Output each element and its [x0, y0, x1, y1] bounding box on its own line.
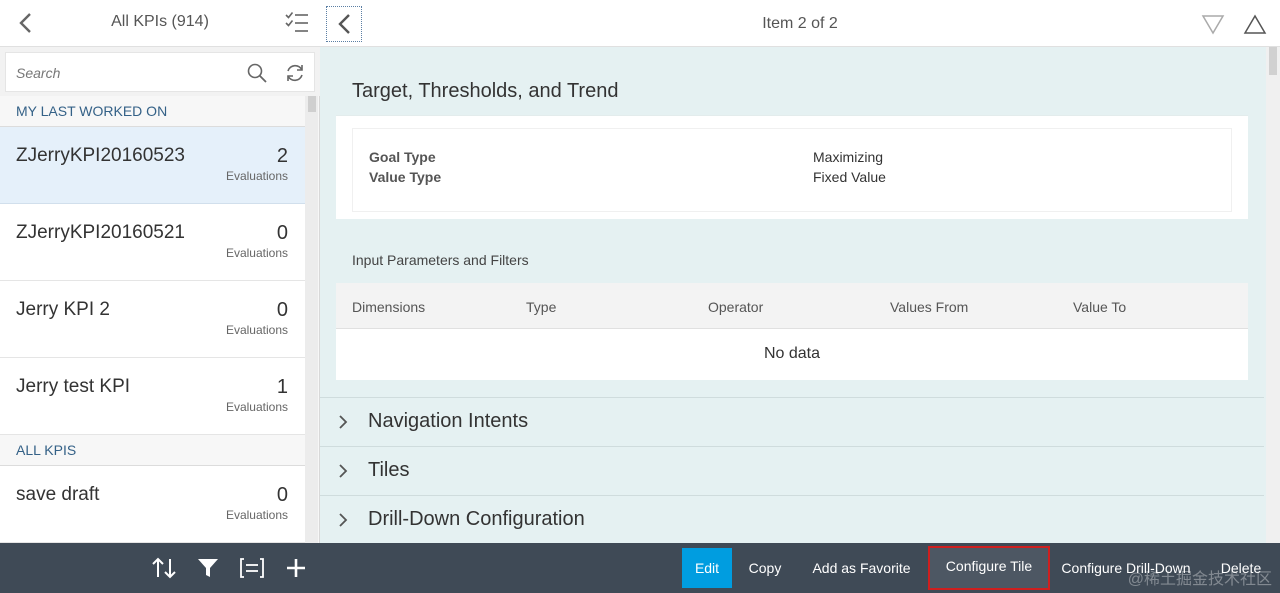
target-panel: Goal Type Maximizing Value Type Fixed Va… [336, 115, 1248, 219]
section-title: Target, Thresholds, and Trend [352, 80, 619, 102]
filter-icon[interactable] [195, 556, 221, 580]
master-footer [0, 543, 320, 593]
detail-title: Item 2 of 2 [762, 15, 838, 32]
chevron-left-icon [19, 13, 31, 33]
column-header: Values From [890, 299, 969, 315]
chevron-right-icon [339, 464, 348, 478]
item-name: Jerry test KPI [16, 376, 131, 397]
item-name: ZJerryKPI20160523 [16, 145, 185, 166]
column-header: Operator [708, 299, 764, 315]
table-header: Dimensions Type Operator Values From Val… [336, 283, 1248, 329]
next-item-button[interactable] [1200, 12, 1226, 36]
detail-footer-toolbar: Edit Copy Add as Favorite Configure Tile… [320, 543, 1280, 593]
group-icon[interactable] [239, 556, 265, 580]
item-count: 2 [276, 145, 288, 167]
item-unit: Evaluations [225, 169, 288, 183]
configure-tile-button[interactable]: Configure Tile [928, 546, 1050, 590]
multi-select-button[interactable] [284, 10, 310, 36]
item-name: save draft [16, 484, 100, 505]
item-name: ZJerryKPI20160521 [16, 222, 185, 243]
column-header: Value To [1073, 299, 1127, 315]
item-count: 1 [276, 376, 288, 398]
goal-type-label: Goal Type [369, 149, 436, 165]
chevron-right-icon [339, 415, 348, 429]
accordion-label: Navigation Intents [368, 410, 529, 432]
list-item[interactable]: Jerry test KPI 1 Evaluations [0, 358, 305, 435]
detail-scrollbar[interactable] [1266, 47, 1280, 543]
value-type-value: Fixed Value [813, 169, 886, 185]
item-count: 0 [276, 222, 288, 244]
list-scrollbar[interactable] [305, 96, 318, 543]
master-header: All KPIs (914) [0, 0, 320, 47]
item-unit: Evaluations [225, 400, 288, 414]
list-item[interactable]: save draft 0 Evaluations [0, 466, 305, 543]
detail-pane: Item 2 of 2 Target, Thresholds, and Tren… [320, 0, 1280, 593]
item-count: 0 [276, 484, 288, 506]
group-header-last-worked: MY LAST WORKED ON [0, 96, 305, 127]
triangle-down-icon [1201, 15, 1225, 35]
value-type-label: Value Type [369, 169, 442, 185]
column-header: Dimensions [352, 299, 426, 315]
chevron-left-icon [338, 14, 350, 34]
column-header: Type [526, 299, 557, 315]
detail-header: Item 2 of 2 [320, 0, 1280, 47]
accordion-label: Drill-Down Configuration [368, 508, 585, 530]
item-unit: Evaluations [225, 323, 288, 337]
accordion-tiles[interactable]: Tiles [320, 446, 1264, 495]
triangle-up-icon [1243, 14, 1267, 34]
add-as-favorite-button[interactable]: Add as Favorite [804, 548, 919, 588]
form-container: Goal Type Maximizing Value Type Fixed Va… [352, 128, 1232, 212]
search-field [5, 52, 315, 92]
add-icon[interactable] [283, 556, 309, 580]
list-item[interactable]: ZJerryKPI20160523 2 Evaluations [0, 127, 305, 204]
search-input[interactable] [16, 62, 236, 84]
configure-drill-down-button[interactable]: Configure Drill-Down [1056, 548, 1196, 588]
goal-type-value: Maximizing [813, 149, 884, 165]
copy-button[interactable]: Copy [740, 548, 790, 588]
master-pane: All KPIs (914) MY LAST WORKED ON ZJerr [0, 0, 320, 593]
item-count: 0 [276, 299, 288, 321]
back-button[interactable] [12, 10, 38, 36]
search-icon[interactable] [246, 62, 268, 84]
chevron-right-icon [339, 513, 348, 527]
multi-select-icon [285, 12, 308, 32]
item-unit: Evaluations [225, 508, 288, 522]
parameters-table: Dimensions Type Operator Values From Val… [336, 283, 1248, 380]
list-item[interactable]: Jerry KPI 2 0 Evaluations [0, 281, 305, 358]
accordion-label: Tiles [368, 459, 410, 481]
input-parameters-title: Input Parameters and Filters [352, 252, 529, 268]
refresh-icon[interactable] [284, 62, 306, 84]
accordion-drill-down-configuration[interactable]: Drill-Down Configuration [320, 495, 1264, 544]
search-bar [0, 47, 320, 96]
master-title: All KPIs (914) [111, 13, 209, 30]
group-header-all-kpis: ALL KPIS [0, 435, 305, 466]
list-item[interactable]: ZJerryKPI20160521 0 Evaluations [0, 204, 305, 281]
previous-item-button[interactable] [1242, 12, 1268, 36]
delete-button[interactable]: Delete [1214, 548, 1268, 588]
sort-icon[interactable] [151, 556, 177, 580]
edit-button[interactable]: Edit [682, 548, 732, 588]
detail-back-button[interactable] [326, 6, 362, 42]
item-name: Jerry KPI 2 [16, 299, 110, 320]
accordion-navigation-intents[interactable]: Navigation Intents [320, 397, 1264, 446]
no-data-text: No data [763, 345, 821, 362]
kpi-list: MY LAST WORKED ON ZJerryKPI20160523 2 Ev… [0, 96, 305, 543]
item-unit: Evaluations [225, 246, 288, 260]
